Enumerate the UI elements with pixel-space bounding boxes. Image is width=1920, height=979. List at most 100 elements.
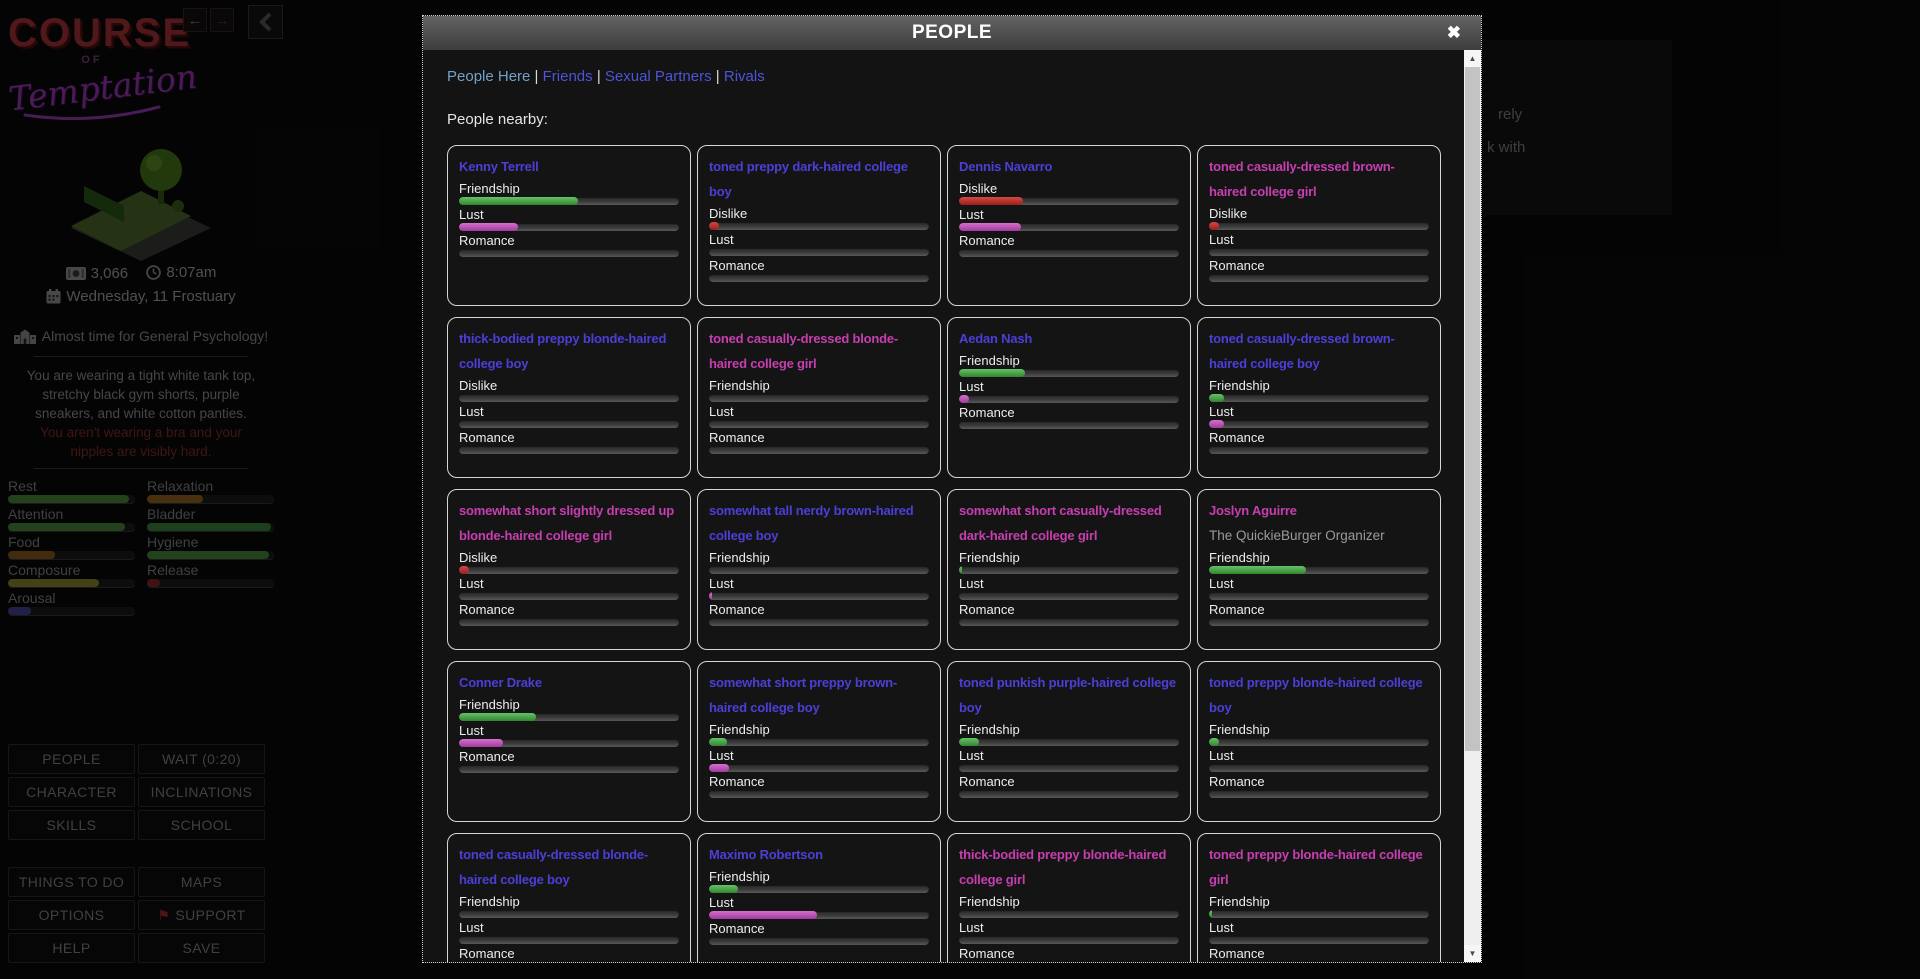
stat-label: Romance: [959, 405, 1179, 420]
stat-label: Romance: [459, 233, 679, 248]
person-name-link[interactable]: somewhat short slightly dressed up blond…: [459, 498, 679, 548]
person-card: Dennis NavarroDislikeLustRomance: [947, 145, 1191, 306]
person-name-link[interactable]: thick-bodied preppy blonde-haired colleg…: [459, 326, 679, 376]
stat-label: Lust: [959, 576, 1179, 591]
stat-track: [1209, 790, 1429, 798]
tab-rivals[interactable]: Rivals: [724, 68, 765, 85]
stat-label: Romance: [709, 602, 929, 617]
stat-track: [959, 197, 1179, 205]
person-name-link[interactable]: Conner Drake: [459, 670, 679, 695]
person-name-link[interactable]: toned casually-dressed brown-haired coll…: [1209, 326, 1429, 376]
stat-label: Romance: [959, 774, 1179, 789]
stat-label: Lust: [1209, 232, 1429, 247]
person-name-link[interactable]: thick-bodied preppy blonde-haired colleg…: [959, 842, 1179, 892]
person-name-link[interactable]: toned casually-dressed blonde-haired col…: [459, 842, 679, 892]
stat-meter-lust: Lust: [709, 404, 929, 428]
person-name-link[interactable]: somewhat tall nerdy brown-haired college…: [709, 498, 929, 548]
stat-label: Dislike: [459, 550, 679, 565]
tab-sexual-partners[interactable]: Sexual Partners: [605, 68, 712, 85]
stat-track: [1209, 446, 1429, 454]
stat-label: Lust: [709, 895, 929, 910]
stat-track: [1209, 420, 1429, 428]
stat-meter-dislike: Dislike: [1209, 206, 1429, 230]
stat-meter-lust: Lust: [459, 207, 679, 231]
stat-track: [709, 911, 929, 919]
tab-people-here[interactable]: People Here: [447, 68, 530, 85]
stat-track: [709, 222, 929, 230]
stat-label: Lust: [459, 207, 679, 222]
stat-fill: [709, 738, 727, 746]
stat-track: [709, 764, 929, 772]
person-name-link[interactable]: somewhat short casually-dressed dark-hai…: [959, 498, 1179, 548]
stat-track: [459, 592, 679, 600]
person-name-link[interactable]: toned punkish purple-haired college boy: [959, 670, 1179, 720]
stat-label: Lust: [959, 207, 1179, 222]
stat-track: [959, 618, 1179, 626]
stat-track: [459, 910, 679, 918]
stat-label: Romance: [959, 602, 1179, 617]
stat-track: [959, 910, 1179, 918]
person-card: toned casually-dressed brown-haired coll…: [1197, 317, 1441, 478]
stat-fill: [459, 713, 536, 721]
stat-track: [459, 223, 679, 231]
stat-fill: [1209, 738, 1219, 746]
person-name-link[interactable]: Joslyn Aguirre: [1209, 498, 1429, 523]
tab-friends[interactable]: Friends: [543, 68, 593, 85]
scroll-up-icon[interactable]: ▲: [1464, 50, 1481, 67]
stat-meter-romance: Romance: [1209, 258, 1429, 282]
stat-track: [1209, 248, 1429, 256]
person-name-link[interactable]: Maximo Robertson: [709, 842, 929, 867]
person-name-link[interactable]: Dennis Navarro: [959, 154, 1179, 179]
dialog-body: People Here | Friends | Sexual Partners …: [423, 50, 1464, 962]
person-name-link[interactable]: toned casually-dressed blonde-haired col…: [709, 326, 929, 376]
stat-track: [1209, 592, 1429, 600]
stat-fill: [459, 197, 578, 205]
stat-track: [959, 592, 1179, 600]
person-name-link[interactable]: somewhat short preppy brown-haired colle…: [709, 670, 929, 720]
scrollbar-thumb[interactable]: [1465, 67, 1480, 751]
stat-track: [709, 592, 929, 600]
person-card: Aedan NashFriendshipLustRomance: [947, 317, 1191, 478]
stat-fill: [709, 885, 738, 893]
stat-track: [709, 937, 929, 945]
stat-meter-romance: Romance: [459, 946, 679, 962]
scroll-down-icon[interactable]: ▼: [1464, 945, 1481, 962]
person-name-link[interactable]: Aedan Nash: [959, 326, 1179, 351]
dialog-scrollbar[interactable]: ▲ ▼: [1464, 50, 1481, 962]
stat-fill: [1209, 566, 1306, 574]
stat-meter-lust: Lust: [709, 576, 929, 600]
person-name-link[interactable]: toned preppy blonde-haired college girl: [1209, 842, 1429, 892]
stat-label: Dislike: [709, 206, 929, 221]
stat-label: Romance: [1209, 946, 1429, 961]
stat-meter-lust: Lust: [459, 576, 679, 600]
stat-meter-lust: Lust: [709, 748, 929, 772]
person-name-link[interactable]: Kenny Terrell: [459, 154, 679, 179]
person-name-link[interactable]: toned preppy dark-haired college boy: [709, 154, 929, 204]
person-name-link[interactable]: toned casually-dressed brown-haired coll…: [1209, 154, 1429, 204]
stat-meter-lust: Lust: [459, 723, 679, 747]
stat-meter-romance: Romance: [459, 233, 679, 257]
stat-fill: [459, 223, 518, 231]
stat-label: Friendship: [709, 722, 929, 737]
stat-fill: [1209, 420, 1224, 428]
stat-track: [459, 713, 679, 721]
stat-track: [459, 197, 679, 205]
stat-meter-romance: Romance: [1209, 602, 1429, 626]
stat-meter-dislike: Dislike: [959, 181, 1179, 205]
stat-meter-romance: Romance: [1209, 946, 1429, 962]
person-card: toned casually-dressed brown-haired coll…: [1197, 145, 1441, 306]
stat-track: [709, 446, 929, 454]
stat-meter-lust: Lust: [959, 920, 1179, 944]
stat-track: [459, 566, 679, 574]
person-subtitle: The QuickieBurger Organizer: [1209, 523, 1429, 548]
person-card: Joslyn AguirreThe QuickieBurger Organize…: [1197, 489, 1441, 650]
stat-label: Romance: [709, 258, 929, 273]
stat-track: [1209, 738, 1429, 746]
stat-label: Romance: [459, 602, 679, 617]
person-name-link[interactable]: toned preppy blonde-haired college boy: [1209, 670, 1429, 720]
stat-label: Friendship: [959, 722, 1179, 737]
stat-track: [459, 249, 679, 257]
stat-track: [709, 738, 929, 746]
stat-meter-lust: Lust: [459, 920, 679, 944]
close-icon[interactable]: ✖: [1447, 16, 1461, 50]
